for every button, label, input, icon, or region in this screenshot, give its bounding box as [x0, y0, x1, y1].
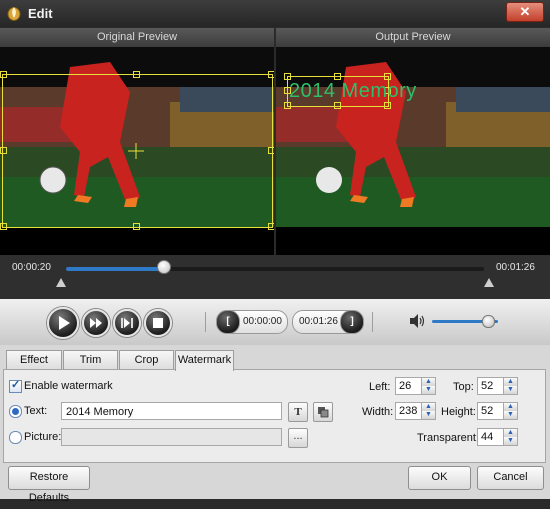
checkmark-icon: ✓ — [11, 379, 21, 391]
wm-handle-tr[interactable] — [384, 73, 391, 80]
wm-handle-tl[interactable] — [284, 73, 291, 80]
stop-button[interactable] — [144, 309, 172, 337]
next-frame-button[interactable] — [113, 309, 141, 337]
resize-handle-l[interactable] — [0, 147, 7, 154]
height-label: Height: — [441, 406, 476, 418]
resize-handle-br[interactable] — [268, 223, 274, 230]
next-frame-icon — [121, 318, 133, 328]
timeline-end-time: 00:01:26 — [496, 262, 535, 273]
picture-path-input[interactable] — [61, 428, 282, 446]
divider — [205, 312, 206, 332]
text-radio[interactable] — [9, 405, 22, 418]
font-settings-button[interactable]: T — [288, 402, 308, 422]
transparent-label: Transparent: — [417, 432, 479, 444]
watermark-overlay-text: 2014 Memory — [289, 80, 417, 102]
tab-effect[interactable]: Effect — [6, 350, 62, 370]
resize-handle-bl[interactable] — [0, 223, 7, 230]
resize-handle-tr[interactable] — [268, 71, 274, 78]
start-time-value: 00:00:00 — [243, 316, 282, 327]
watermark-text-input[interactable]: 2014 Memory — [61, 402, 282, 420]
resize-handle-r[interactable] — [268, 147, 274, 154]
enable-watermark-label: Enable watermark — [24, 380, 113, 392]
tab-watermark[interactable]: Watermark — [175, 350, 234, 371]
timeline: 00:00:20 00:01:26 — [0, 255, 550, 299]
transparent-up-icon[interactable]: ▲ — [503, 429, 517, 437]
fast-forward-icon — [90, 318, 102, 328]
transparent-spinner[interactable]: 44 ▲ ▼ — [477, 428, 518, 446]
wm-handle-t[interactable] — [334, 73, 341, 80]
crosshair-icon — [128, 143, 144, 159]
left-down-icon[interactable]: ▼ — [421, 386, 435, 394]
set-start-time-control[interactable]: [ 00:00:00 — [216, 310, 288, 334]
left-up-icon[interactable]: ▲ — [421, 378, 435, 386]
original-preview-header: Original Preview — [0, 28, 274, 47]
ok-button[interactable]: OK — [408, 466, 471, 490]
text-label: Text: — [24, 405, 48, 417]
timeline-start-time: 00:00:20 — [12, 262, 51, 273]
trim-end-marker[interactable] — [484, 278, 494, 287]
resize-handle-tl[interactable] — [0, 71, 7, 78]
set-end-icon[interactable]: ] — [340, 310, 364, 334]
browse-picture-button[interactable]: ... — [288, 428, 308, 448]
top-down-icon[interactable]: ▼ — [503, 386, 517, 394]
top-spinner[interactable]: 52 ▲ ▼ — [477, 377, 518, 395]
top-up-icon[interactable]: ▲ — [503, 378, 517, 386]
end-time-value: 00:01:26 — [299, 316, 338, 327]
fast-forward-button[interactable] — [82, 309, 110, 337]
restore-defaults-button[interactable]: Restore Defaults — [8, 466, 90, 504]
close-button[interactable]: ✕ — [506, 2, 544, 22]
title-bar: Edit ✕ — [0, 0, 550, 27]
play-button[interactable] — [47, 307, 79, 339]
set-start-icon[interactable]: [ — [216, 310, 240, 334]
output-preview — [276, 47, 550, 255]
volume-slider-knob[interactable] — [482, 315, 496, 328]
wm-handle-bl[interactable] — [284, 102, 291, 109]
height-down-icon[interactable]: ▼ — [503, 411, 517, 419]
height-spinner[interactable]: 52 ▲ ▼ — [477, 402, 518, 420]
left-label: Left: — [369, 381, 391, 393]
transparent-down-icon[interactable]: ▼ — [503, 437, 517, 445]
original-preview[interactable] — [0, 47, 274, 255]
text-color-button[interactable] — [313, 402, 333, 422]
play-icon — [59, 316, 70, 330]
color-swatch-icon — [318, 407, 329, 418]
set-end-time-control[interactable]: 00:01:26 ] — [292, 310, 364, 334]
output-preview-header: Output Preview — [276, 28, 550, 47]
resize-handle-b[interactable] — [133, 223, 140, 230]
timeline-track[interactable] — [66, 267, 484, 271]
wm-handle-b[interactable] — [334, 102, 341, 109]
stop-icon — [153, 318, 163, 328]
tab-crop[interactable]: Crop — [119, 350, 174, 370]
volume-icon[interactable] — [408, 313, 426, 329]
picture-label: Picture: — [24, 431, 62, 443]
timeline-progress — [66, 267, 165, 271]
window-title: Edit — [28, 6, 53, 21]
picture-radio[interactable] — [9, 431, 22, 444]
app-logo-icon — [7, 7, 21, 21]
tab-trim[interactable]: Trim — [63, 350, 118, 370]
width-down-icon[interactable]: ▼ — [421, 411, 435, 419]
cancel-button[interactable]: Cancel — [477, 466, 544, 490]
resize-handle-t[interactable] — [133, 71, 140, 78]
top-label: Top: — [453, 381, 474, 393]
left-spinner[interactable]: 26 ▲ ▼ — [395, 377, 436, 395]
divider — [372, 312, 373, 332]
width-spinner[interactable]: 238 ▲ ▼ — [395, 402, 436, 420]
width-up-icon[interactable]: ▲ — [421, 403, 435, 411]
trim-start-marker[interactable] — [56, 278, 66, 287]
wm-handle-br[interactable] — [384, 102, 391, 109]
height-up-icon[interactable]: ▲ — [503, 403, 517, 411]
width-label: Width: — [362, 406, 394, 418]
enable-watermark-checkbox[interactable]: ✓ — [9, 379, 22, 393]
